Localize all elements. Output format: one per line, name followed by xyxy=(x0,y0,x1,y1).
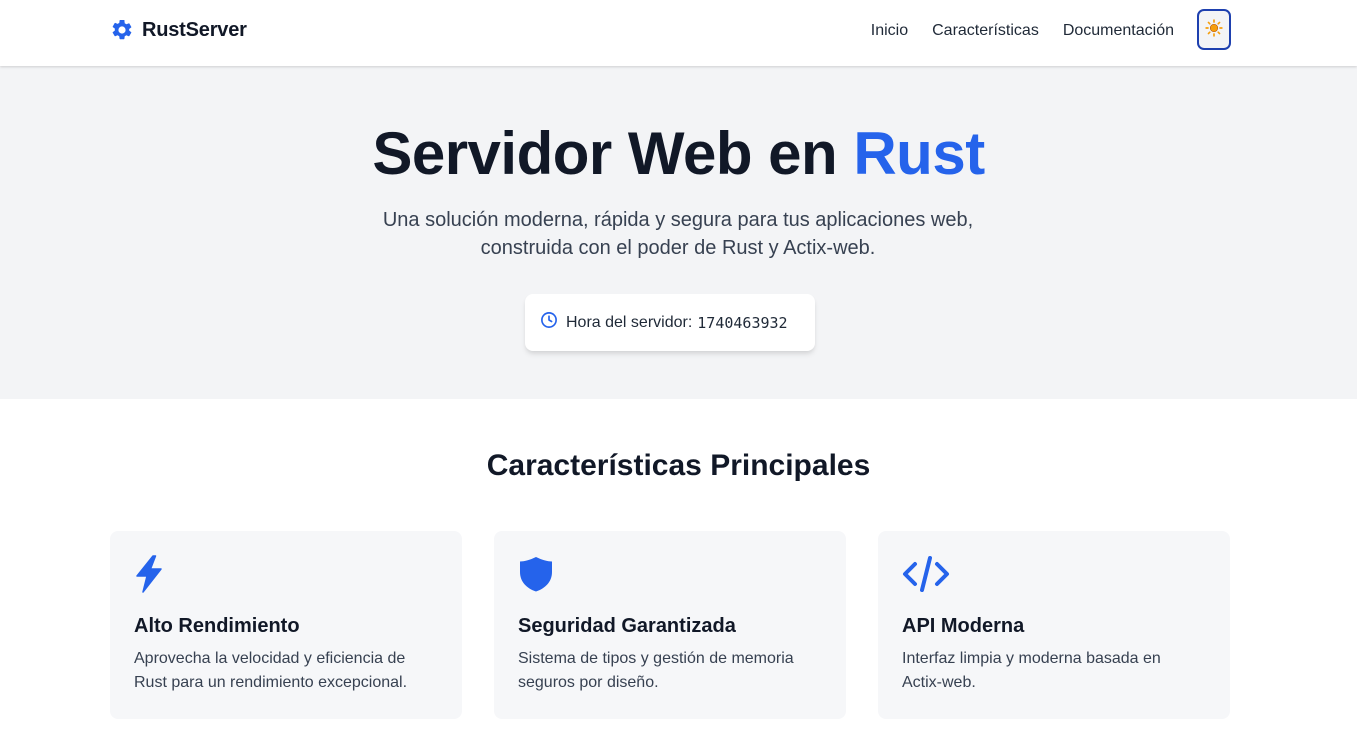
feature-description-line2: Actix-web. xyxy=(902,674,976,691)
feature-description: Aprovecha la velocidad y eficiencia de R… xyxy=(134,647,434,695)
feature-description-line1: Interfaz limpia y moderna basada en xyxy=(902,650,1161,667)
feature-description-line2: seguros por diseño. xyxy=(518,674,659,691)
feature-title: Seguridad Garantizada xyxy=(518,615,736,637)
hero-title-accent: Rust xyxy=(853,120,985,187)
feature-description: Interfaz limpia y moderna basada en Acti… xyxy=(902,647,1202,695)
brand-name: RustServer xyxy=(142,18,247,41)
main-nav: Inicio Características Documentación xyxy=(871,20,1174,42)
lightning-icon xyxy=(134,555,182,595)
server-time-value: 1740463932 xyxy=(697,313,788,332)
nav-link-caracteristicas[interactable]: Características xyxy=(932,22,1039,40)
clock-icon xyxy=(540,311,558,334)
hero-title-main: Servidor Web en xyxy=(372,120,854,187)
server-time-label: Hora del servidor: xyxy=(566,313,693,331)
feature-description-line2: Rust para un rendimiento excepcional. xyxy=(134,674,408,691)
feature-card-performance: Alto Rendimiento Aprovecha la velocidad … xyxy=(110,531,462,719)
feature-description-line1: Aprovecha la velocidad y eficiencia de xyxy=(134,650,406,667)
nav-link-documentacion[interactable]: Documentación xyxy=(1063,22,1174,40)
feature-card-api: API Moderna Interfaz limpia y moderna ba… xyxy=(878,531,1230,719)
gear-icon xyxy=(110,18,134,42)
hero-subtitle-line1: Una solución moderna, rápida y segura pa… xyxy=(382,209,974,231)
feature-title: API Moderna xyxy=(902,615,1025,637)
hero-subtitle-line2: construida con el poder de Rust y Actix-… xyxy=(480,237,876,259)
features-heading: Características Principales xyxy=(486,449,871,482)
theme-toggle-button[interactable] xyxy=(1197,9,1231,50)
navbar: RustServer Inicio Características Docume… xyxy=(0,0,1357,66)
feature-title: Alto Rendimiento xyxy=(134,615,300,637)
shield-icon xyxy=(518,555,566,595)
brand-link[interactable]: RustServer xyxy=(110,17,247,43)
feature-description-line1: Sistema de tipos y gestión de memoria xyxy=(518,650,794,667)
feature-card-security: Seguridad Garantizada Sistema de tipos y… xyxy=(494,531,846,719)
sun-icon xyxy=(1205,19,1223,40)
feature-description: Sistema de tipos y gestión de memoria se… xyxy=(518,647,818,695)
hero-section: Servidor Web en Rust Una solución modern… xyxy=(0,66,1357,399)
hero-subtitle: Una solución moderna, rápida y segura pa… xyxy=(378,206,978,262)
hero-title: Servidor Web en Rust xyxy=(0,118,1357,190)
code-icon xyxy=(902,555,950,595)
nav-link-inicio[interactable]: Inicio xyxy=(871,22,908,40)
server-time-card: Hora del servidor: 1740463932 xyxy=(525,294,815,351)
